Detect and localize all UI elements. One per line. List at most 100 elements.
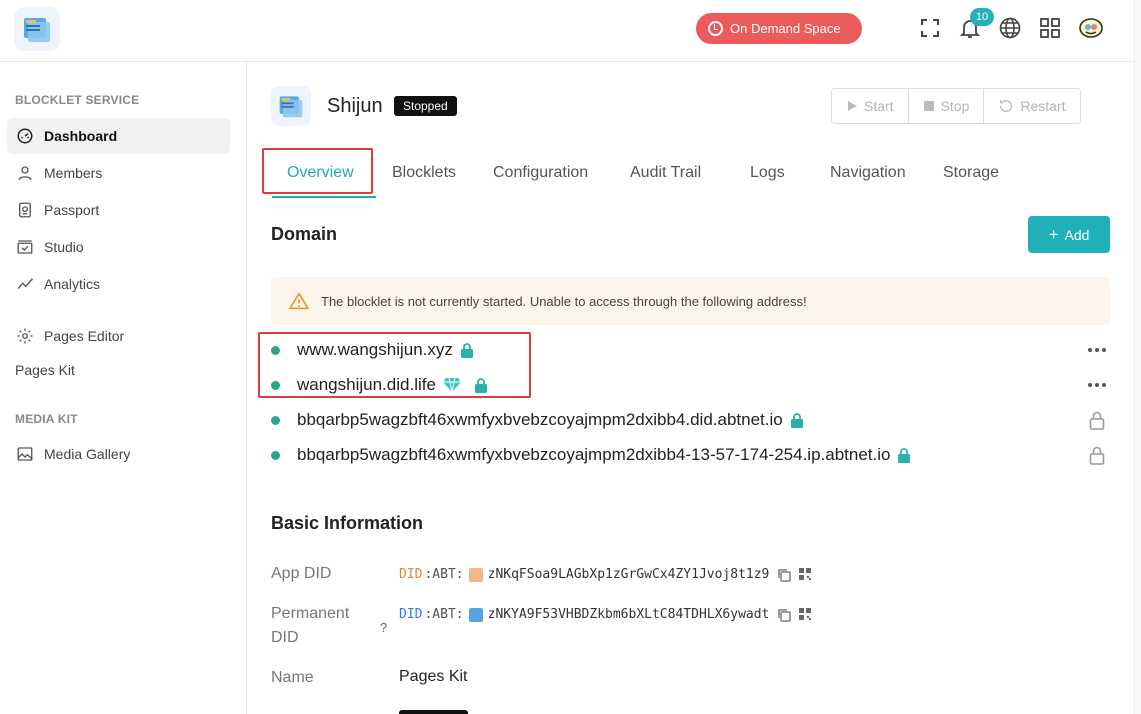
status-dot — [271, 450, 280, 460]
domain-row: bbqarbp5wagzbft46xwmfyxbvebzcoyajmpm2dxi… — [271, 405, 1110, 435]
sidebar-section-media-kit: MEDIA KIT — [15, 412, 78, 426]
tab-blocklets[interactable]: Blocklets — [392, 164, 456, 182]
sidebar-item-label: Members — [44, 165, 103, 181]
start-button[interactable]: Start — [832, 89, 909, 123]
warning-text: The blocklet is not currently started. U… — [321, 293, 807, 309]
app-did-value: DID:ABT: zNKqFSoa9LAGbXp1zGrGwCx4ZY1Jvoj… — [399, 567, 813, 582]
restart-button[interactable]: Restart — [984, 89, 1080, 123]
sidebar-item-studio[interactable]: Studio — [7, 229, 230, 265]
sidebar-section-blocklet-service: BLOCKLET SERVICE — [15, 93, 140, 107]
qrcode-icon[interactable] — [799, 607, 813, 622]
domain-section-title: Domain — [271, 224, 338, 244]
warning-alert: The blocklet is not currently started. U… — [271, 277, 1110, 325]
fullscreen-icon[interactable] — [918, 16, 942, 40]
passport-icon — [15, 200, 35, 220]
user-icon — [15, 163, 35, 183]
sidebar-item-label: Passport — [44, 202, 100, 218]
more-actions-icon[interactable] — [1087, 374, 1107, 396]
blocklet-logo — [271, 86, 311, 126]
clock-icon — [708, 21, 723, 36]
status-badge: Stopped — [394, 96, 457, 116]
page-scrollbar[interactable] — [1134, 0, 1141, 714]
warning-icon — [289, 292, 309, 310]
lifecycle-button-group: Start Stop Restart — [831, 88, 1081, 124]
sidebar-item-pages-kit[interactable]: Pages Kit — [15, 362, 75, 378]
sidebar-item-label: Media Gallery — [44, 446, 131, 462]
permanent-did-value: DID:ABT: zNKYA9F53VHBDZkbm6bXLtC84TDHLX6… — [399, 607, 813, 622]
sidebar-item-label: Dashboard — [44, 128, 118, 144]
domain-row: bbqarbp5wagzbft46xwmfyxbvebzcoyajmpm2dxi… — [271, 440, 1110, 470]
highlight-box-overview — [262, 148, 373, 194]
sidebar-item-passport[interactable]: Passport — [7, 192, 230, 228]
copy-icon[interactable] — [777, 568, 792, 582]
app-did-label: App DID — [271, 565, 332, 582]
analytics-icon — [15, 274, 35, 294]
image-icon — [15, 444, 35, 464]
copy-icon[interactable] — [777, 608, 792, 622]
on-demand-space-label: On Demand Space — [730, 21, 841, 36]
sidebar-item-dashboard[interactable]: Dashboard — [7, 118, 230, 154]
gear-icon — [15, 326, 35, 346]
sidebar-item-label: Analytics — [44, 276, 101, 292]
status-chip-partial — [399, 710, 468, 714]
qrcode-icon[interactable] — [799, 567, 813, 582]
basic-info-section-title: Basic Information — [271, 513, 424, 533]
top-bar: On Demand Space 10 — [0, 0, 1134, 62]
domain-link[interactable]: bbqarbp5wagzbft46xwmfyxbvebzcoyajmpm2dxi… — [297, 445, 890, 465]
did-prefix: DID — [399, 607, 423, 622]
protected-lock-icon — [1087, 444, 1107, 466]
lock-icon — [897, 447, 911, 463]
domain-link[interactable]: bbqarbp5wagzbft46xwmfyxbvebzcoyajmpm2dxi… — [297, 410, 783, 430]
sidebar-item-members[interactable]: Members — [7, 155, 230, 191]
restart-button-label: Restart — [1020, 98, 1066, 114]
dashboard-icon — [15, 126, 35, 146]
studio-icon — [15, 237, 35, 257]
name-value: Pages Kit — [399, 668, 468, 685]
protected-lock-icon — [1087, 409, 1107, 431]
user-avatar[interactable] — [1078, 16, 1103, 40]
stop-button[interactable]: Stop — [908, 89, 985, 123]
did-prefix: DID — [399, 567, 423, 582]
sidebar-item-label: Studio — [44, 239, 84, 255]
app-logo[interactable] — [14, 7, 60, 51]
sidebar: BLOCKLET SERVICE Dashboard Members Passp… — [0, 62, 247, 714]
tab-navigation[interactable]: Navigation — [830, 164, 906, 182]
permanent-did-label: Permanent — [271, 605, 350, 622]
restart-icon — [1000, 100, 1013, 112]
did-avatar-icon — [468, 607, 483, 622]
more-actions-icon[interactable] — [1087, 339, 1107, 361]
notification-badge: 10 — [970, 8, 994, 26]
sidebar-item-label: Pages Editor — [44, 328, 125, 344]
tab-configuration[interactable]: Configuration — [493, 164, 588, 182]
start-button-label: Start — [864, 98, 894, 114]
sidebar-item-pages-editor[interactable]: Pages Editor — [7, 318, 230, 354]
did-method: :ABT: — [424, 567, 464, 582]
stop-icon — [923, 101, 934, 111]
permanent-did-text: zNKYA9F53VHBDZkbm6bXLtC84TDHLX6ywadt — [487, 607, 770, 622]
active-tab-indicator — [272, 196, 376, 198]
permanent-did-label-line2: DID — [271, 629, 299, 646]
status-dot — [271, 415, 280, 425]
apps-grid-icon[interactable] — [1038, 16, 1062, 40]
tab-logs[interactable]: Logs — [750, 164, 785, 182]
name-label: Name — [271, 669, 314, 686]
main-content: Shijun Stopped Start Stop Restart Overvi… — [248, 62, 1134, 714]
add-domain-button[interactable]: + Add — [1028, 216, 1110, 253]
tab-audit-trail[interactable]: Audit Trail — [630, 164, 701, 182]
page-title: Shijun — [327, 95, 383, 117]
did-avatar-icon — [468, 567, 483, 582]
plus-icon: + — [1048, 225, 1059, 244]
tab-storage[interactable]: Storage — [943, 164, 999, 182]
app-did-text: zNKqFSoa9LAGbXp1zGrGwCx4ZY1Jvoj8t1z9 — [487, 567, 770, 582]
help-icon[interactable]: ? — [380, 620, 387, 635]
add-domain-label: Add — [1064, 226, 1090, 243]
sidebar-item-analytics[interactable]: Analytics — [7, 266, 230, 302]
lock-icon — [790, 412, 804, 428]
play-icon — [848, 101, 857, 111]
sidebar-item-media-gallery[interactable]: Media Gallery — [7, 436, 230, 472]
globe-icon[interactable] — [998, 16, 1022, 40]
stop-button-label: Stop — [940, 98, 970, 114]
on-demand-space-button[interactable]: On Demand Space — [696, 13, 862, 44]
did-method: :ABT: — [424, 607, 464, 622]
highlight-box-custom-domains — [258, 332, 531, 398]
